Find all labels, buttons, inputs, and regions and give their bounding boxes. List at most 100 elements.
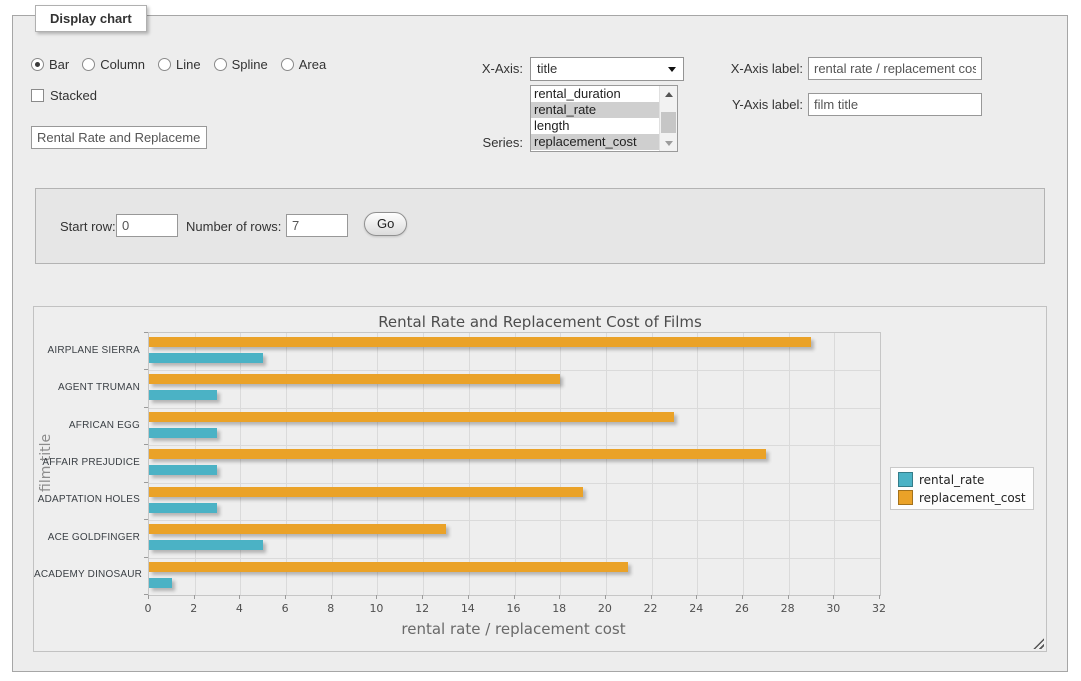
bar-replacement_cost: [149, 337, 811, 347]
x-tick: [651, 595, 652, 599]
x-tick-label: 26: [722, 602, 762, 615]
x-tick-label: 30: [813, 602, 853, 615]
number-of-rows-input[interactable]: [286, 214, 348, 237]
y-tick: [144, 557, 148, 558]
resize-grip-icon[interactable]: [1033, 638, 1044, 649]
y-tick: [144, 444, 148, 445]
x-tick: [376, 595, 377, 599]
x-axis-title: rental rate / replacement cost: [148, 620, 879, 638]
chart-type-option-column: Column: [82, 57, 145, 72]
radio-column[interactable]: [82, 58, 95, 71]
x-tick-label: 12: [402, 602, 442, 615]
y-axis-label-input[interactable]: [808, 93, 982, 116]
x-tick-label: 24: [676, 602, 716, 615]
gridline-vertical: [606, 333, 607, 595]
y-tick: [144, 332, 148, 333]
stacked-checkbox[interactable]: [31, 89, 44, 102]
radio-spline[interactable]: [214, 58, 227, 71]
chart-panel: Rental Rate and Replacement Cost of Film…: [33, 306, 1047, 652]
scrollbar-thumb[interactable]: [661, 112, 676, 133]
category-label: AFRICAN EGG: [34, 420, 140, 431]
x-tick-label: 10: [356, 602, 396, 615]
x-tick: [879, 595, 880, 599]
x-tick: [422, 595, 423, 599]
gridline-vertical: [377, 333, 378, 595]
legend-entry-rental_rate: rental_rate: [898, 472, 1026, 487]
x-tick-label: 22: [631, 602, 671, 615]
stacked-option: Stacked: [31, 88, 97, 103]
series-multiselect[interactable]: rental_durationrental_ratelengthreplacem…: [530, 85, 678, 152]
bar-replacement_cost: [149, 374, 560, 384]
chart-type-option-area: Area: [281, 57, 326, 72]
x-tick-label: 4: [219, 602, 259, 615]
gridline-vertical: [195, 333, 196, 595]
gridline-vertical: [652, 333, 653, 595]
x-tick: [194, 595, 195, 599]
legend-swatch: [898, 472, 913, 487]
chart-title: Rental Rate and Replacement Cost of Film…: [34, 313, 1046, 331]
radio-label: Area: [299, 57, 326, 72]
x-tick: [514, 595, 515, 599]
x-tick: [331, 595, 332, 599]
bar-replacement_cost: [149, 449, 766, 459]
gridline-vertical: [834, 333, 835, 595]
gridline-vertical: [469, 333, 470, 595]
bar-replacement_cost: [149, 562, 628, 572]
x-tick: [742, 595, 743, 599]
series-label-text: Series:: [453, 135, 523, 150]
scroll-down-icon[interactable]: [660, 136, 677, 150]
panel-legend: Display chart: [35, 5, 147, 32]
gridline-horizontal: [149, 520, 880, 521]
y-axis-field-label: Y-Axis label:: [653, 97, 803, 112]
display-chart-panel: Display chart BarColumnLineSplineArea St…: [12, 15, 1068, 672]
x-tick: [239, 595, 240, 599]
series-scrollbar[interactable]: [659, 86, 677, 151]
gridline-vertical: [515, 333, 516, 595]
go-button[interactable]: Go: [364, 212, 407, 236]
plot-area: [148, 332, 881, 596]
bar-rental_rate: [149, 428, 217, 438]
stacked-label: Stacked: [50, 88, 97, 103]
radio-area[interactable]: [281, 58, 294, 71]
bar-rental_rate: [149, 503, 217, 513]
x-axis-label-text: X-Axis:: [453, 61, 523, 76]
x-axis-field-label: X-Axis label:: [653, 61, 803, 76]
series-option-rental_duration[interactable]: rental_duration: [531, 86, 660, 102]
gridline-horizontal: [149, 370, 880, 371]
y-tick: [144, 407, 148, 408]
bar-rental_rate: [149, 353, 263, 363]
radio-bar[interactable]: [31, 58, 44, 71]
x-tick-label: 32: [859, 602, 899, 615]
x-tick: [788, 595, 789, 599]
series-option-length[interactable]: length: [531, 118, 660, 134]
gridline-vertical: [423, 333, 424, 595]
category-label: AFFAIR PREJUDICE: [34, 457, 140, 468]
bar-replacement_cost: [149, 412, 674, 422]
x-tick-label: 14: [448, 602, 488, 615]
gridline-vertical: [789, 333, 790, 595]
gridline-vertical: [332, 333, 333, 595]
y-tick: [144, 519, 148, 520]
x-tick: [285, 595, 286, 599]
bar-replacement_cost: [149, 524, 446, 534]
legend-label: rental_rate: [919, 473, 984, 487]
chart-type-option-line: Line: [158, 57, 201, 72]
series-option-rental_rate[interactable]: rental_rate: [531, 102, 660, 118]
start-row-input[interactable]: [116, 214, 178, 237]
x-tick-label: 16: [494, 602, 534, 615]
gridline-vertical: [240, 333, 241, 595]
category-label: AIRPLANE SIERRA: [34, 345, 140, 356]
x-tick: [605, 595, 606, 599]
category-label: ACE GOLDFINGER: [34, 532, 140, 543]
category-label: ADAPTATION HOLES: [34, 494, 140, 505]
legend-swatch: [898, 490, 913, 505]
x-tick-label: 20: [585, 602, 625, 615]
x-axis-label-input[interactable]: [808, 57, 982, 80]
series-option-replacement_cost[interactable]: replacement_cost: [531, 134, 660, 150]
chart-type-option-bar: Bar: [31, 57, 69, 72]
radio-line[interactable]: [158, 58, 171, 71]
row-range-bar: Start row: Number of rows: Go: [35, 188, 1045, 264]
x-tick-label: 2: [174, 602, 214, 615]
x-tick-label: 18: [539, 602, 579, 615]
chart-title-input[interactable]: [31, 126, 207, 149]
